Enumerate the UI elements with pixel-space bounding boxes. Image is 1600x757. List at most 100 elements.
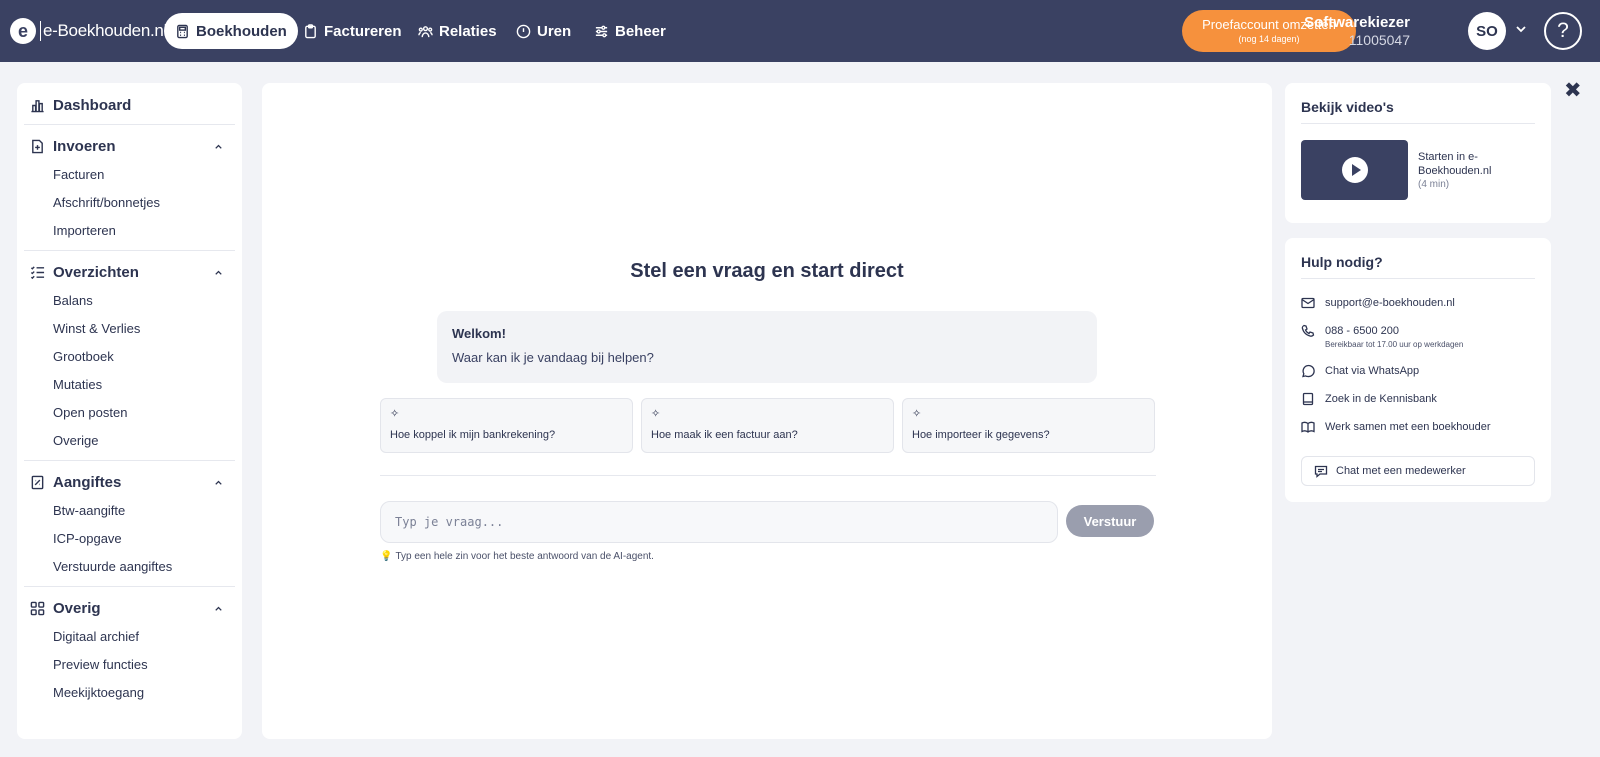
send-button[interactable]: Verstuur [1066,505,1154,537]
sparkle-icon: ✧ [912,408,922,420]
sidebar-item-afschrift-bonnetjes[interactable]: Afschrift/bonnetjes [53,195,160,210]
sidebar-item-verstuurde-aangiftes[interactable]: Verstuurde aangiftes [53,559,172,574]
lightbulb-icon: 💡 [380,551,393,562]
sliders-icon [595,25,608,37]
divider [380,475,1156,476]
sidebar-section-aangiftes[interactable]: Aangiftes [30,471,229,493]
nav-factureren[interactable]: Factureren [292,13,413,49]
logo[interactable]: e e-Boekhouden.nl [10,18,167,44]
clock-icon [516,24,531,38]
suggestion-text: Hoe koppel ik mijn bankrekening? [390,429,556,441]
main-content: Stel een vraag en start direct Welkom! W… [262,83,1272,739]
help-email-label: support@e-boekhouden.nl [1325,297,1455,309]
divider [24,460,235,461]
sidebar-section-overig[interactable]: Overig [30,597,229,619]
nav-label: Factureren [324,22,402,40]
sidebar-item-dashboard[interactable]: Dashboard [30,94,229,116]
welcome-title: Welkom! [452,326,506,341]
help-phone[interactable]: 088 - 6500 200 [1301,324,1399,338]
help-title: Hulp nodig? [1301,254,1383,270]
help-boekhouder-label: Werk samen met een boekhouder [1325,421,1491,433]
help-email[interactable]: support@e-boekhouden.nl [1301,296,1455,310]
tax-form-icon [31,475,44,489]
sidebar-item-meekijktoegang[interactable]: Meekijktoegang [53,685,144,700]
sidebar-section-invoeren[interactable]: Invoeren [30,135,229,157]
nav-label: Boekhouden [196,22,287,40]
nav-boekhouden[interactable]: Boekhouden [164,13,298,49]
sidebar-section-overzichten[interactable]: Overzichten [30,261,229,283]
help-whatsapp[interactable]: Chat via WhatsApp [1301,364,1419,378]
suggestion-import-data[interactable]: ✧ Hoe importeer ik gegevens? [902,398,1155,453]
sidebar-item-importeren[interactable]: Importeren [53,223,116,238]
company-name: Softwarekiezer [1304,14,1410,31]
sidebar-item-grootboek[interactable]: Grootboek [53,349,114,364]
video-title[interactable]: Starten in e-Boekhouden.nl [1418,150,1528,178]
sidebar-item-btw-aangifte[interactable]: Btw-aangifte [53,503,125,518]
welcome-text: Waar kan ik je vandaag bij helpen? [452,350,654,365]
chevron-up-icon [215,144,222,149]
suggestion-bank-account[interactable]: ✧ Hoe koppel ik mijn bankrekening? [380,398,633,453]
help-boekhouder[interactable]: Werk samen met een boekhouder [1301,420,1491,434]
sidebar-item-open-posten[interactable]: Open posten [53,405,127,420]
play-icon [1342,157,1368,183]
divider [24,124,235,125]
book-icon [1302,392,1314,406]
calculator-icon [177,24,188,38]
sidebar-label: Dashboard [53,96,132,114]
whatsapp-icon [1302,364,1315,378]
sidebar-section-title: Invoeren [53,137,116,155]
nav-label: Uren [537,22,572,40]
chat-bubble-icon [1314,465,1328,478]
top-navigation: e e-Boekhouden.nl Boekhouden Factureren … [0,0,1600,62]
sidebar-section-title: Aangiftes [53,473,122,491]
sidebar-item-facturen[interactable]: Facturen [53,167,104,182]
sidebar-section-title: Overig [53,599,101,617]
nav-relaties[interactable]: Relaties [407,13,508,49]
logo-text: e-Boekhouden.nl [40,21,167,41]
nav-label: Beheer [615,22,666,40]
chat-employee-button[interactable]: Chat met een medewerker [1301,456,1535,486]
help-phone-hours: Bereikbaar tot 17.00 uur op werkdagen [1325,340,1464,349]
close-icon[interactable]: ✖ [1564,80,1582,101]
nav-beheer[interactable]: Beheer [583,13,677,49]
videos-title: Bekijk video's [1301,99,1394,115]
company-id: 11005047 [1348,32,1410,48]
sidebar-item-preview-functies[interactable]: Preview functies [53,657,148,672]
video-duration: (4 min) [1418,179,1450,190]
divider [1301,278,1535,279]
chevron-down-icon[interactable] [1514,22,1528,36]
chevron-up-icon [215,480,222,485]
suggestion-text: Hoe maak ik een factuur aan? [651,429,798,441]
checklist-icon [30,265,45,279]
mail-icon [1301,297,1315,309]
sidebar-item-icp-opgave[interactable]: ICP-opgave [53,531,122,546]
sidebar-item-winst-verlies[interactable]: Winst & Verlies [53,321,140,336]
chevron-up-icon [215,270,222,275]
suggestion-text: Hoe importeer ik gegevens? [912,429,1050,441]
tip-text: 💡 Typ een hele zin voor het beste antwoor… [380,551,654,562]
sidebar-item-digitaal-archief[interactable]: Digitaal archief [53,629,139,644]
company-info: Softwarekiezer 11005047 [1304,14,1410,48]
sidebar: Dashboard Invoeren Facturen Afschrift/bo… [17,83,242,739]
sidebar-item-mutaties[interactable]: Mutaties [53,377,102,392]
help-kennisbank[interactable]: Zoek in de Kennisbank [1301,392,1437,406]
logo-mark: e [10,18,36,44]
help-phone-label: 088 - 6500 200 [1325,325,1400,337]
nav-label: Relaties [439,22,497,40]
suggestion-create-invoice[interactable]: ✧ Hoe maak ik een factuur aan? [641,398,894,453]
sidebar-item-overige[interactable]: Overige [53,433,99,448]
help-panel: Hulp nodig? support@e-boekhouden.nl 088 … [1285,238,1551,502]
help-button[interactable]: ? [1544,12,1582,50]
chart-bars-icon [31,99,44,112]
divider [1301,123,1535,124]
sidebar-item-balans[interactable]: Balans [53,293,93,308]
video-thumbnail[interactable] [1301,140,1408,200]
sidebar-section-title: Overzichten [53,263,139,281]
videos-panel: Bekijk video's Starten in e-Boekhouden.n… [1285,83,1551,223]
tip-label: Typ een hele zin voor het beste antwoord… [395,551,654,562]
avatar[interactable]: SO [1468,12,1506,50]
nav-uren[interactable]: Uren [505,13,582,49]
sparkle-icon: ✧ [390,408,400,420]
welcome-message: Welkom! Waar kan ik je vandaag bij helpe… [437,311,1097,383]
question-input[interactable] [380,501,1058,543]
